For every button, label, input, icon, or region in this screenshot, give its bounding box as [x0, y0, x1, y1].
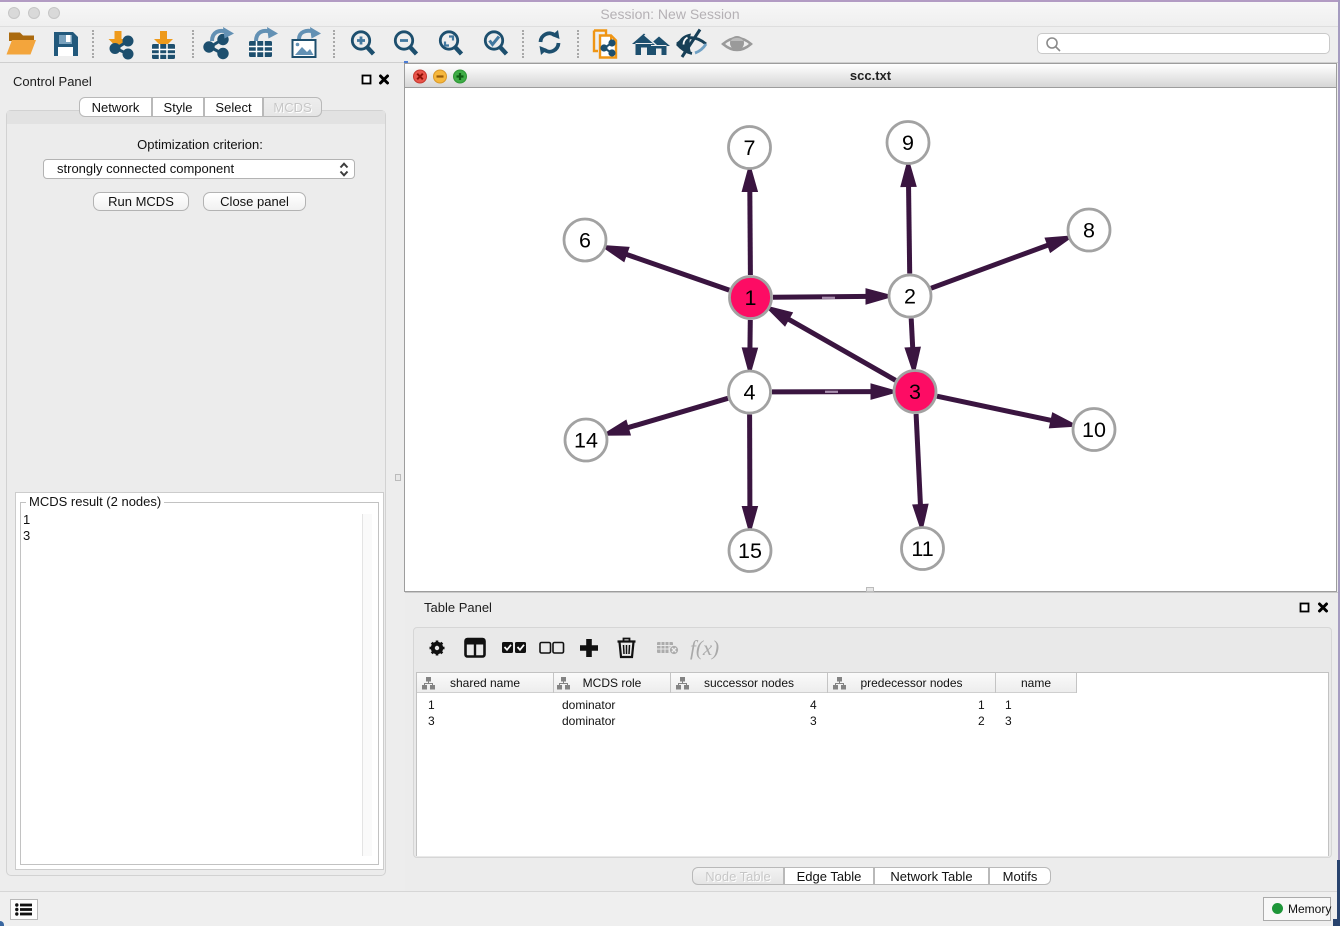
svg-text:7: 7 — [744, 136, 756, 160]
svg-text:10: 10 — [1082, 418, 1106, 442]
svg-text:11: 11 — [911, 537, 933, 561]
svg-text:6: 6 — [579, 229, 591, 253]
svg-text:1: 1 — [745, 286, 757, 310]
svg-text:3: 3 — [909, 380, 921, 404]
svg-text:f(x): f(x) — [690, 636, 719, 660]
svg-text:15: 15 — [738, 539, 762, 563]
svg-text:4: 4 — [744, 381, 756, 405]
svg-text:14: 14 — [574, 429, 598, 453]
svg-text:8: 8 — [1083, 219, 1095, 243]
svg-text:9: 9 — [902, 131, 914, 155]
svg-text:2: 2 — [904, 285, 916, 309]
